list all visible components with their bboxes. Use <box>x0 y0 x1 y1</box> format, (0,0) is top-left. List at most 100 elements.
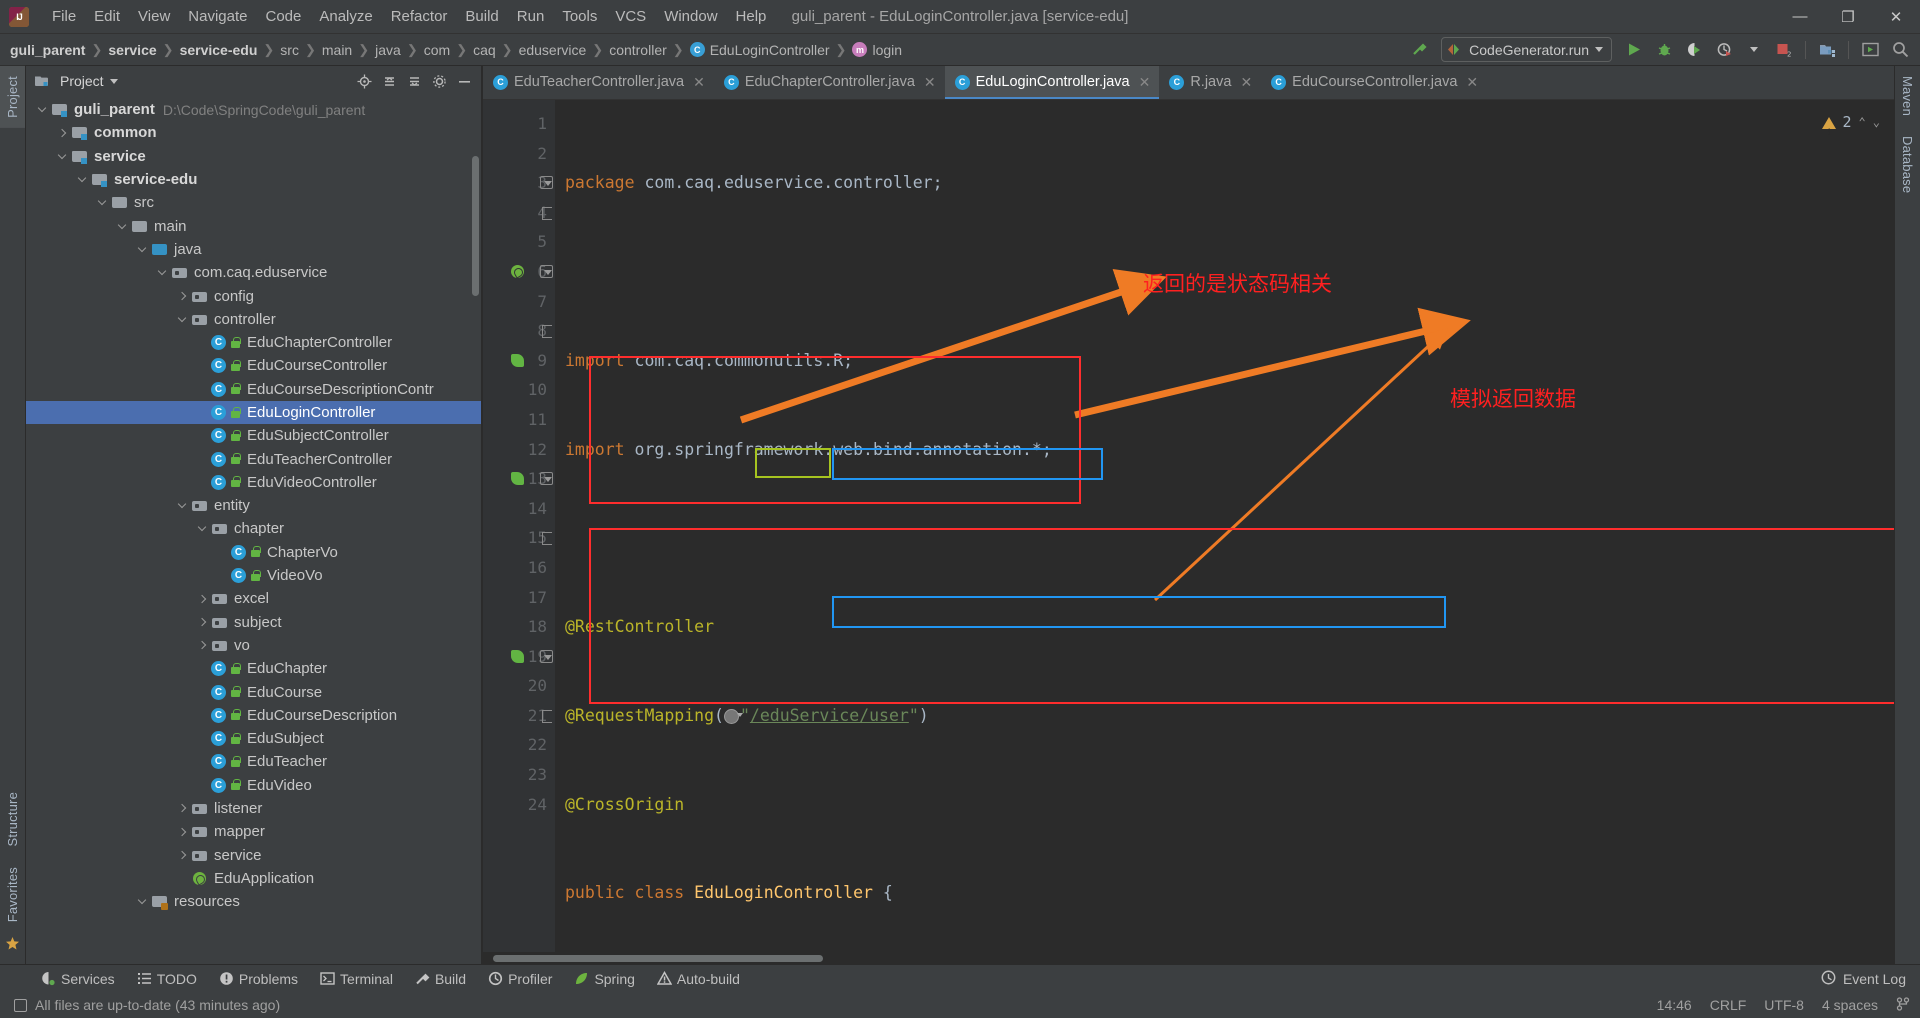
tree-item-service-edu[interactable]: service-edu <box>26 168 481 191</box>
tool-window-profiler[interactable]: Profiler <box>477 969 563 989</box>
tree-item-src[interactable]: src <box>26 191 481 214</box>
menu-tools[interactable]: Tools <box>553 5 606 28</box>
gutter-line-14[interactable]: 14 <box>483 494 555 524</box>
gutter-line-7[interactable]: 7 <box>483 287 555 317</box>
sidebar-tab-maven[interactable]: Maven <box>1895 66 1920 126</box>
breadcrumb-item-controller[interactable]: controller <box>609 42 667 58</box>
tool-window-problems[interactable]: Problems <box>208 969 309 989</box>
scrollbar-thumb[interactable] <box>493 955 823 962</box>
gutter-line-13[interactable]: 13 <box>483 464 555 494</box>
sidebar-tab-project[interactable]: Project <box>0 66 25 128</box>
editor-tab-educhaptercontroller[interactable]: C EduChapterController.java ✕ <box>714 66 945 99</box>
gutter-line-22[interactable]: 22 <box>483 730 555 760</box>
tree-item-vo[interactable]: vo <box>26 634 481 657</box>
tree-item-config[interactable]: config <box>26 284 481 307</box>
chevron-right-icon[interactable] <box>196 592 209 605</box>
gutter-line-18[interactable]: 18 <box>483 612 555 642</box>
chevron-right-icon[interactable] <box>176 290 189 303</box>
status-line-separator[interactable]: CRLF <box>1710 997 1747 1013</box>
chevron-down-icon[interactable] <box>176 499 189 512</box>
event-log-button[interactable]: Event Log <box>1821 970 1906 988</box>
close-icon[interactable]: ✕ <box>1240 74 1252 91</box>
code-fold-icon[interactable] <box>540 264 553 278</box>
profile-button[interactable] <box>1710 37 1738 63</box>
tree-item-mapper[interactable]: mapper <box>26 820 481 843</box>
chevron-down-icon[interactable] <box>156 266 169 279</box>
breadcrumb-item-login[interactable]: m login <box>852 42 902 58</box>
status-indent[interactable]: 4 spaces <box>1822 997 1878 1013</box>
chevron-right-icon[interactable] <box>196 616 209 629</box>
editor-tab-edulogincontroller[interactable]: C EduLoginController.java ✕ <box>944 66 1160 99</box>
tree-item-educoursecontroller[interactable]: EduCourseController <box>26 354 481 377</box>
code-fold-icon[interactable] <box>540 649 553 663</box>
run-button[interactable] <box>1620 37 1648 63</box>
tool-window-spring[interactable]: Spring <box>563 969 645 989</box>
minimize-button[interactable]: — <box>1776 0 1824 34</box>
tree-item-controller[interactable]: controller <box>26 308 481 331</box>
breadcrumb-item-eduservice[interactable]: eduservice <box>519 42 587 58</box>
code-fold-icon[interactable] <box>540 531 553 546</box>
breadcrumb-item-src[interactable]: src <box>280 42 299 58</box>
tool-window-auto-build[interactable]: Auto-build <box>646 969 751 989</box>
tree-item-listener[interactable]: listener <box>26 797 481 820</box>
editor-tab-r[interactable]: C R.java ✕ <box>1159 66 1261 99</box>
chevron-down-icon[interactable] <box>56 150 69 163</box>
gutter-line-9[interactable]: 9 <box>483 346 555 376</box>
status-encoding[interactable]: UTF-8 <box>1764 997 1804 1013</box>
locate-icon[interactable] <box>353 70 375 92</box>
gutter-line-11[interactable]: 11 <box>483 405 555 435</box>
gutter-line-21[interactable]: 21 <box>483 701 555 731</box>
gutter-line-17[interactable]: 17 <box>483 583 555 613</box>
gutter-line-3[interactable]: 3 <box>483 168 555 198</box>
breadcrumb-item-service[interactable]: service <box>108 42 156 58</box>
breadcrumb-item-service-edu[interactable]: service-edu <box>180 42 258 58</box>
gutter-line-24[interactable]: 24 <box>483 790 555 820</box>
code-fold-icon[interactable] <box>540 176 553 190</box>
chevron-up-icon[interactable]: ⌃ <box>1859 108 1866 138</box>
menu-edit[interactable]: Edit <box>85 5 129 28</box>
tree-item-eduteachercontroller[interactable]: EduTeacherController <box>26 447 481 470</box>
code-fold-icon[interactable] <box>540 472 553 486</box>
tree-item-eduteacher[interactable]: EduTeacher <box>26 750 481 773</box>
gutter-line-4[interactable]: 4 <box>483 198 555 228</box>
tree-item-educoursedescriptioncontr[interactable]: EduCourseDescriptionContr <box>26 378 481 401</box>
tree-item-videovo[interactable]: VideoVo <box>26 564 481 587</box>
chevron-down-icon[interactable] <box>96 196 109 209</box>
tool-window-terminal[interactable]: Terminal <box>309 969 404 989</box>
sidebar-tab-database[interactable]: Database <box>1895 126 1920 203</box>
gutter-line-1[interactable]: 1 <box>483 109 555 139</box>
code-fold-icon[interactable] <box>540 709 553 723</box>
chevron-down-icon[interactable] <box>76 173 89 186</box>
sidebar-tab-favorites[interactable]: Favorites <box>0 857 25 932</box>
menu-build[interactable]: Build <box>456 5 507 28</box>
code-editor[interactable]: 1 2 3 4 5 6 7 8 9 10 11 12 13 14 15 16 17 18 19 20 21 22 23 24 … <box>483 100 1894 952</box>
maximize-button[interactable]: ❐ <box>1824 0 1872 34</box>
chevron-right-icon[interactable] <box>176 825 189 838</box>
spring-bean-gutter-icon[interactable] <box>510 471 525 486</box>
gutter-line-19[interactable]: 19 <box>483 642 555 672</box>
settings-gear-icon[interactable] <box>428 70 450 92</box>
menu-view[interactable]: View <box>129 5 179 28</box>
close-icon[interactable]: ✕ <box>1139 74 1151 91</box>
spring-gutter-icon[interactable] <box>510 264 525 279</box>
tree-item-java[interactable]: java <box>26 238 481 261</box>
debug-button[interactable] <box>1650 37 1678 63</box>
gutter-line-15[interactable]: 15 <box>483 523 555 553</box>
chevron-down-icon[interactable] <box>176 313 189 326</box>
tree-item-main[interactable]: main <box>26 214 481 237</box>
tree-item-eduvideocontroller[interactable]: EduVideoController <box>26 471 481 494</box>
profile-dropdown[interactable] <box>1740 37 1768 63</box>
tree-item-edusubjectcontroller[interactable]: EduSubjectController <box>26 424 481 447</box>
tree-item-chaptervo[interactable]: ChapterVo <box>26 541 481 564</box>
gutter-line-5[interactable]: 5 <box>483 227 555 257</box>
tree-item-entity[interactable]: entity <box>26 494 481 517</box>
gutter-line-16[interactable]: 16 <box>483 553 555 583</box>
editor-tab-educoursecontroller[interactable]: C EduCourseController.java ✕ <box>1261 66 1487 99</box>
menu-code[interactable]: Code <box>256 5 310 28</box>
breadcrumb-item-caq[interactable]: caq <box>473 42 496 58</box>
breadcrumb-item-main[interactable]: main <box>322 42 352 58</box>
tree-item-eduapplication[interactable]: EduApplication <box>26 867 481 890</box>
run-configuration-selector[interactable]: CodeGenerator.run <box>1441 37 1612 62</box>
tree-item-common[interactable]: common <box>26 121 481 144</box>
tree-item-edusubject[interactable]: EduSubject <box>26 727 481 750</box>
